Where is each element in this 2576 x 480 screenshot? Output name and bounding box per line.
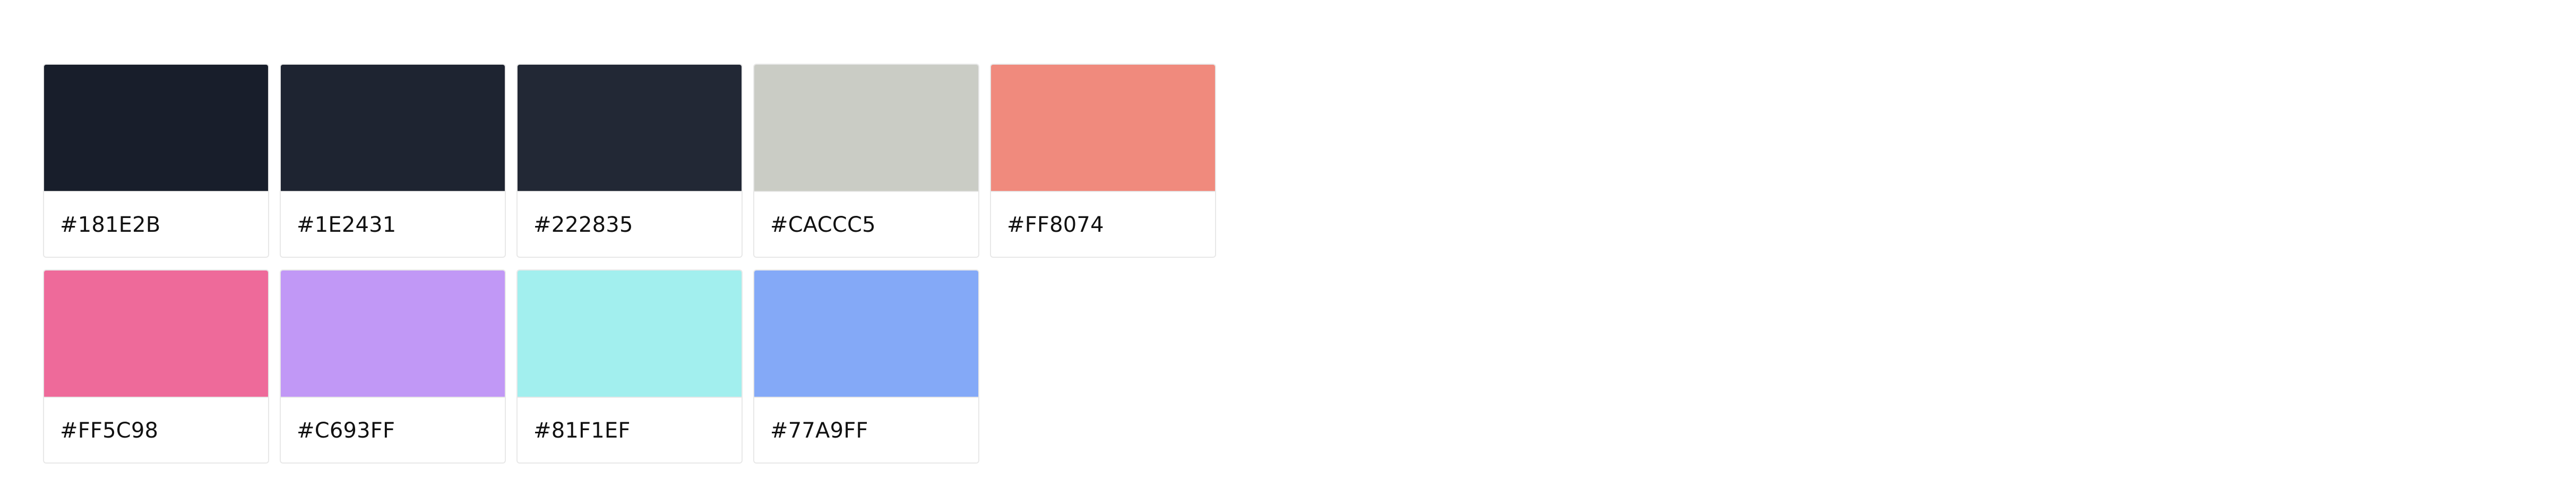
swatch-card-181e2b: #181E2B [43, 64, 269, 258]
swatch-hex-222835: #222835 [533, 213, 633, 237]
swatch-card-81f1ef: #81F1EF [516, 269, 743, 464]
swatch-color-1e2431 [281, 65, 505, 192]
swatch-hex-77a9ff: #77A9FF [770, 418, 868, 443]
swatch-card-77a9ff: #77A9FF [753, 269, 979, 464]
swatch-hex-81f1ef: #81F1EF [533, 418, 631, 443]
swatch-hex-caccc5: #CACCC5 [770, 213, 876, 237]
swatch-hex-ff5c98: #FF5C98 [60, 418, 159, 443]
swatch-color-c693ff [281, 270, 505, 398]
swatch-color-181e2b [44, 65, 268, 192]
swatch-card-222835: #222835 [516, 64, 743, 258]
color-palette: #181E2B #1E2431 #222835 #CACCC5 #FF8074 … [43, 64, 1216, 464]
swatch-card-ff5c98: #FF5C98 [43, 269, 269, 464]
swatch-card-ff8074: #FF8074 [990, 64, 1216, 258]
swatch-color-ff5c98 [44, 270, 268, 398]
swatch-color-222835 [518, 65, 742, 192]
swatch-color-caccc5 [754, 65, 978, 192]
swatch-color-77a9ff [754, 270, 978, 398]
swatch-card-1e2431: #1E2431 [280, 64, 506, 258]
swatch-card-caccc5: #CACCC5 [753, 64, 979, 258]
swatch-hex-ff8074: #FF8074 [1007, 213, 1104, 237]
swatch-color-ff8074 [991, 65, 1215, 192]
swatch-hex-181e2b: #181E2B [60, 213, 161, 237]
swatch-hex-1e2431: #1E2431 [297, 213, 397, 237]
swatch-color-81f1ef [518, 270, 742, 398]
swatch-card-c693ff: #C693FF [280, 269, 506, 464]
swatch-hex-c693ff: #C693FF [297, 418, 395, 443]
